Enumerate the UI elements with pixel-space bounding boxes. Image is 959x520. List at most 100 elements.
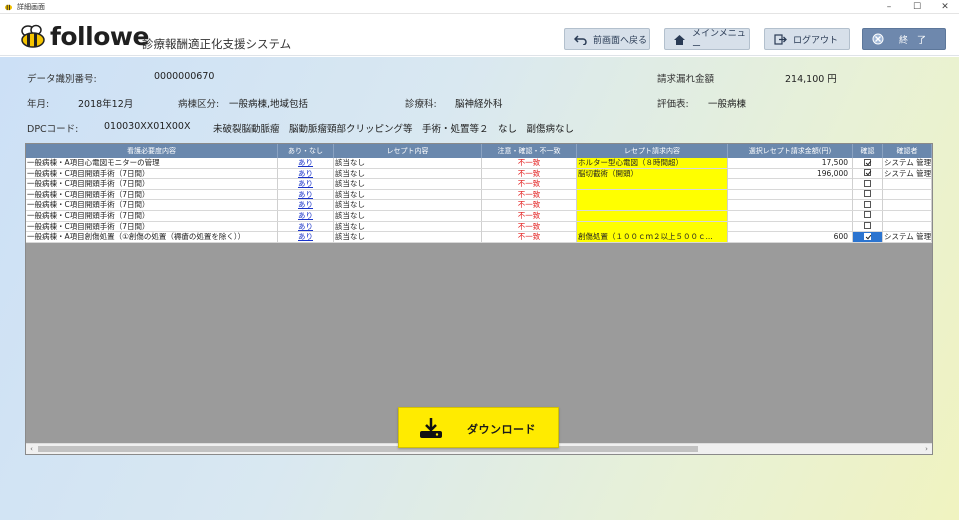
missed-amount-value: 214,100 円 <box>785 74 837 85</box>
cell-status: 不一致 <box>482 200 577 211</box>
table-row[interactable]: 一般病棟・C項目開頭手術（7日間） あり 該当なし 不一致 <box>26 221 932 233</box>
confirm-checkbox[interactable] <box>864 169 871 177</box>
col-header-flag[interactable]: あり・なし <box>278 144 334 158</box>
cell-check[interactable] <box>853 232 883 243</box>
table-row[interactable]: 一般病棟・C項目開頭手術（7日間） あり 該当なし 不一致 <box>26 210 932 222</box>
cell-item: 一般病棟・C項目開頭手術（7日間） <box>26 200 278 211</box>
dept-value: 脳神経外科 <box>455 99 503 110</box>
col-header-claim[interactable]: レセプト請求内容 <box>577 144 728 158</box>
confirm-checkbox[interactable] <box>864 158 871 166</box>
grid-body: 一般病棟・A項目心電図モニターの管理 あり 該当なし 不一致 ホルター型心電図（８時間超… <box>26 158 932 243</box>
table-row[interactable]: 一般病棟・C項目開頭手術（7日間） あり 該当なし 不一致 <box>26 189 932 201</box>
year-month-label: 年月: <box>27 99 50 110</box>
scrollbar-thumb[interactable] <box>38 446 698 452</box>
cell-check[interactable] <box>853 200 883 211</box>
ward-value: 一般病棟,地域包括 <box>229 99 309 110</box>
cell-flag-link[interactable]: あり <box>278 168 334 179</box>
cell-check[interactable] <box>853 221 883 232</box>
col-header-amount[interactable]: 選択レセプト請求金額(円) <box>728 144 853 158</box>
confirm-checkbox[interactable] <box>864 211 871 219</box>
col-header-check[interactable]: 確認 <box>853 144 883 158</box>
confirm-checkbox[interactable] <box>864 232 871 240</box>
confirm-checkbox[interactable] <box>864 190 871 198</box>
cell-confirmer <box>883 189 932 200</box>
logout-button[interactable]: ログアウト <box>764 28 850 50</box>
cell-confirmer: システム 管理 <box>884 232 932 243</box>
window-title: 詳細画面 <box>17 2 45 11</box>
cell-claim[interactable]: 脳切截術（開頭） <box>577 168 728 179</box>
cell-amount <box>728 210 853 221</box>
cell-amount: 17,500 <box>728 158 853 168</box>
cell-item: 一般病棟・C項目開頭手術（7日間） <box>26 210 278 221</box>
data-id-value: 0000000670 <box>154 71 215 82</box>
minimize-button[interactable]: – <box>875 0 903 14</box>
cell-claim[interactable] <box>577 179 728 190</box>
cell-item: 一般病棟・C項目開頭手術（7日間） <box>26 221 278 232</box>
table-row[interactable]: 一般病棟・C項目開頭手術（7日間） あり 該当なし 不一致 脳切截術（開頭） 196,00… <box>26 168 932 180</box>
cell-flag-link[interactable]: あり <box>278 179 334 190</box>
table-row[interactable]: 一般病棟・C項目開頭手術（7日間） あり 該当なし 不一致 <box>26 179 932 190</box>
confirm-checkbox[interactable] <box>864 222 871 230</box>
ward-label: 病棟区分: <box>178 99 220 110</box>
followe-logo: followe <box>18 22 149 51</box>
cell-flag-link[interactable]: あり <box>278 189 334 200</box>
scroll-right-icon[interactable]: › <box>921 444 932 454</box>
cell-amount <box>728 179 853 190</box>
maximize-button[interactable]: ☐ <box>903 0 931 14</box>
cell-check[interactable] <box>853 210 883 221</box>
exit-button[interactable]: 終 了 <box>862 28 946 50</box>
close-button[interactable]: ✕ <box>931 0 959 14</box>
cell-flag-link[interactable]: あり <box>278 158 334 168</box>
cell-receipt: 該当なし <box>334 168 482 179</box>
cell-claim[interactable] <box>577 221 728 232</box>
confirm-checkbox[interactable] <box>864 179 871 187</box>
main-menu-button[interactable]: メインメニュー <box>664 28 750 52</box>
scroll-left-icon[interactable]: ‹ <box>26 444 37 454</box>
cell-amount: 196,000 <box>728 168 853 179</box>
grid-header: 看護必要度内容 あり・なし レセプト内容 注意・確認・不一致 レセプト請求内容 … <box>26 144 932 158</box>
cell-claim[interactable] <box>577 210 728 221</box>
cell-check[interactable] <box>853 189 883 200</box>
cell-item: 一般病棟・A項目創傷処置（①創傷の処置（褥瘡の処置を除く）） <box>26 232 278 243</box>
cell-flag-link[interactable]: あり <box>278 210 334 221</box>
missed-amount-label: 請求漏れ金額 <box>657 74 715 85</box>
download-label: ダウンロード <box>467 423 536 436</box>
cell-check[interactable] <box>853 158 883 168</box>
back-arrow-icon <box>573 33 587 45</box>
col-header-receipt[interactable]: レセプト内容 <box>334 144 482 158</box>
cell-receipt: 該当なし <box>334 210 482 221</box>
cell-check[interactable] <box>853 179 883 190</box>
cell-receipt: 該当なし <box>334 221 482 232</box>
system-subtitle: 診療報酬適正化支援システム <box>142 37 292 51</box>
cell-item: 一般病棟・C項目開頭手術（7日間） <box>26 189 278 200</box>
download-button[interactable]: ダウンロード <box>398 407 559 448</box>
col-header-status[interactable]: 注意・確認・不一致 <box>482 144 577 158</box>
cell-claim[interactable]: 創傷処置（１００ｃｍ２以上５００ｃ... <box>577 232 728 243</box>
cell-receipt: 該当なし <box>334 189 482 200</box>
col-header-item[interactable]: 看護必要度内容 <box>26 144 278 158</box>
cell-flag-link[interactable]: あり <box>278 200 334 211</box>
cell-confirmer <box>883 210 932 221</box>
cell-confirmer: システム 管理 <box>884 168 932 179</box>
cell-confirmer: システム 管理 <box>884 158 932 168</box>
cell-claim[interactable] <box>577 200 728 211</box>
cell-claim[interactable] <box>577 189 728 200</box>
bee-logo-icon <box>21 24 45 48</box>
year-month-value: 2018年12月 <box>78 99 134 110</box>
cell-check[interactable] <box>853 168 883 179</box>
table-row[interactable]: 一般病棟・A項目創傷処置（①創傷の処置（褥瘡の処置を除く）） あり 該当なし 不一致創… <box>26 232 932 243</box>
exit-label: 終 了 <box>899 35 927 46</box>
cell-status: 不一致 <box>482 168 577 179</box>
cell-status: 不一致 <box>482 232 577 243</box>
cell-flag-link[interactable]: あり <box>278 221 334 232</box>
confirm-checkbox[interactable] <box>864 200 871 208</box>
table-row[interactable]: 一般病棟・A項目心電図モニターの管理 あり 該当なし 不一致 ホルター型心電図（８時間超… <box>26 158 932 169</box>
back-button[interactable]: 前画面へ戻る <box>564 28 650 50</box>
cell-flag-link[interactable]: あり <box>278 232 334 243</box>
table-row[interactable]: 一般病棟・C項目開頭手術（7日間） あり 該当なし 不一致 <box>26 200 932 211</box>
logout-label: ログアウト <box>793 35 839 46</box>
col-header-confirmer[interactable]: 確認者 <box>883 144 932 158</box>
window-titlebar: 詳細画面 – ☐ ✕ <box>0 0 959 14</box>
cell-confirmer <box>883 179 932 190</box>
cell-claim[interactable]: ホルター型心電図（８時間超） <box>577 158 728 168</box>
